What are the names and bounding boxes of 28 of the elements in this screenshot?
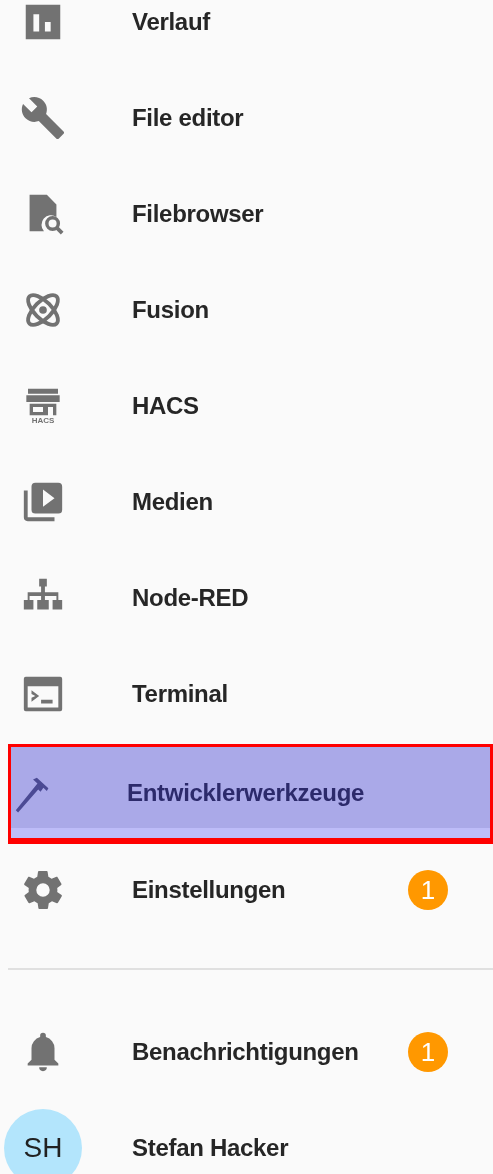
user-profile-item[interactable]: SH Stefan Hacker xyxy=(0,1100,493,1174)
user-name: Stefan Hacker xyxy=(132,1134,289,1162)
nav-item[interactable]: Verlauf xyxy=(0,0,493,70)
nav-label: HACS xyxy=(132,392,199,420)
nav-item[interactable]: Medien xyxy=(0,454,493,550)
nav-label: File editor xyxy=(132,104,244,132)
nav-item[interactable]: Node-RED xyxy=(0,550,493,646)
count-badge: 1 xyxy=(408,1032,448,1072)
nav-label: Fusion xyxy=(132,296,209,324)
nav-item[interactable]: Filebrowser xyxy=(0,166,493,262)
count-badge: 1 xyxy=(408,870,448,910)
nav-label: Terminal xyxy=(132,680,228,708)
nav-item[interactable]: HACS HACS xyxy=(0,358,493,454)
selected-nav-item[interactable]: Entwicklerwerkzeuge xyxy=(8,744,493,844)
nav-item[interactable]: Einstellungen 1 xyxy=(0,842,493,938)
nav-item[interactable]: Terminal xyxy=(0,646,493,742)
nav-item[interactable]: Fusion xyxy=(0,262,493,358)
nav-label: Node-RED xyxy=(132,584,249,612)
nav-label: Verlauf xyxy=(132,8,210,36)
nav-label: Filebrowser xyxy=(132,200,264,228)
wrench-icon xyxy=(20,95,66,141)
nav-label: Entwicklerwerkzeuge xyxy=(127,778,365,807)
nav-item[interactable]: File editor xyxy=(0,70,493,166)
avatar: SH xyxy=(4,1109,82,1174)
nav-item[interactable]: Benachrichtigungen 1 xyxy=(0,1004,493,1100)
nav-label: Einstellungen xyxy=(132,876,286,904)
nav-label: Benachrichtigungen xyxy=(132,1038,359,1066)
nav-label: Medien xyxy=(132,488,213,516)
